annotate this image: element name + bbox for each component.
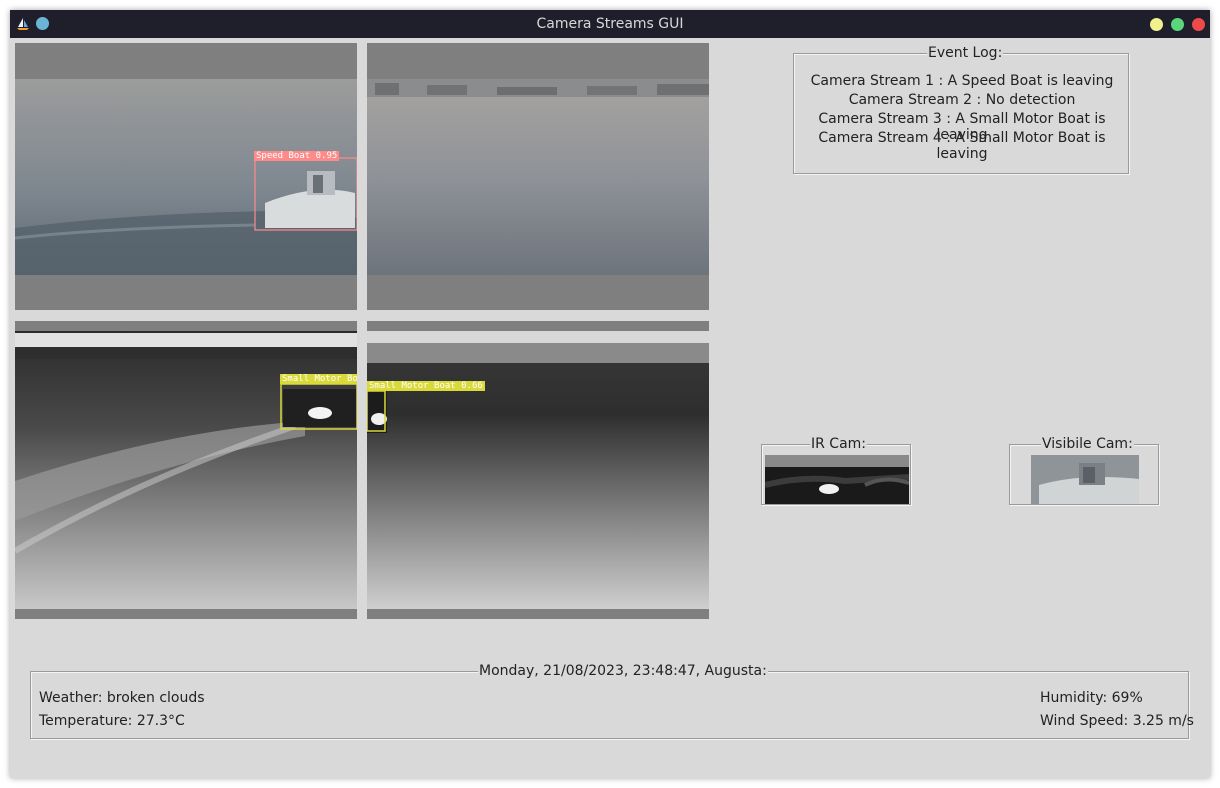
visible-cam-preview — [1031, 455, 1139, 504]
humidity-text: Humidity: 69% — [1040, 690, 1143, 706]
close-button[interactable] — [1192, 18, 1205, 31]
temperature-text: Temperature: 27.3°C — [39, 713, 185, 729]
visible-cam-panel: Visibile Cam: — [1009, 436, 1159, 505]
stream-2-frame — [367, 79, 709, 275]
datetime-location-title: Monday, 21/08/2023, 23:48:47, Augusta: — [478, 663, 768, 679]
detection-label-stream-3: Small Motor Bo — [280, 374, 357, 384]
event-log-line: Camera Stream 2 : No detection — [848, 92, 1076, 108]
main-window: Camera Streams GUI Speed Boat 0.95 Small… — [10, 10, 1210, 778]
title-bar: Camera Streams GUI — [10, 10, 1210, 38]
stream-1-frame — [15, 79, 357, 275]
weather-text: Weather: broken clouds — [39, 690, 205, 706]
stream-3-frame — [15, 331, 357, 609]
weather-info-panel: Monday, 21/08/2023, 23:48:47, Augusta: W… — [30, 663, 1194, 739]
maximize-button[interactable] — [1171, 18, 1184, 31]
ir-cam-panel: IR Cam: — [761, 436, 911, 505]
ir-cam-preview — [765, 455, 909, 504]
ir-cam-title: IR Cam: — [810, 436, 868, 452]
minimize-button[interactable] — [1150, 18, 1163, 31]
event-log-line: Camera Stream 1 : A Speed Boat is leavin… — [810, 73, 1114, 89]
detection-label-stream-4: Small Motor Boat 0.66 — [367, 381, 485, 391]
camera-stream-4: Small Motor Boat 0.66 — [367, 321, 709, 619]
camera-stream-1: Speed Boat 0.95 — [15, 43, 357, 310]
event-log-panel: Event Log: Camera Stream 1 : A Speed Boa… — [793, 45, 1129, 174]
detection-label-stream-1: Speed Boat 0.95 — [254, 151, 340, 161]
window-title: Camera Streams GUI — [536, 16, 684, 32]
wind-speed-text: Wind Speed: 3.25 m/s — [1040, 713, 1194, 729]
stream-4-frame — [367, 331, 709, 609]
visible-cam-title: Visibile Cam: — [1041, 436, 1134, 452]
event-log-line: Camera Stream 4 : A Small Motor Boat is … — [818, 130, 1106, 162]
event-log-title: Event Log: — [927, 45, 1004, 61]
camera-stream-2 — [367, 43, 709, 310]
camera-stream-3: Small Motor Bo — [15, 321, 357, 619]
